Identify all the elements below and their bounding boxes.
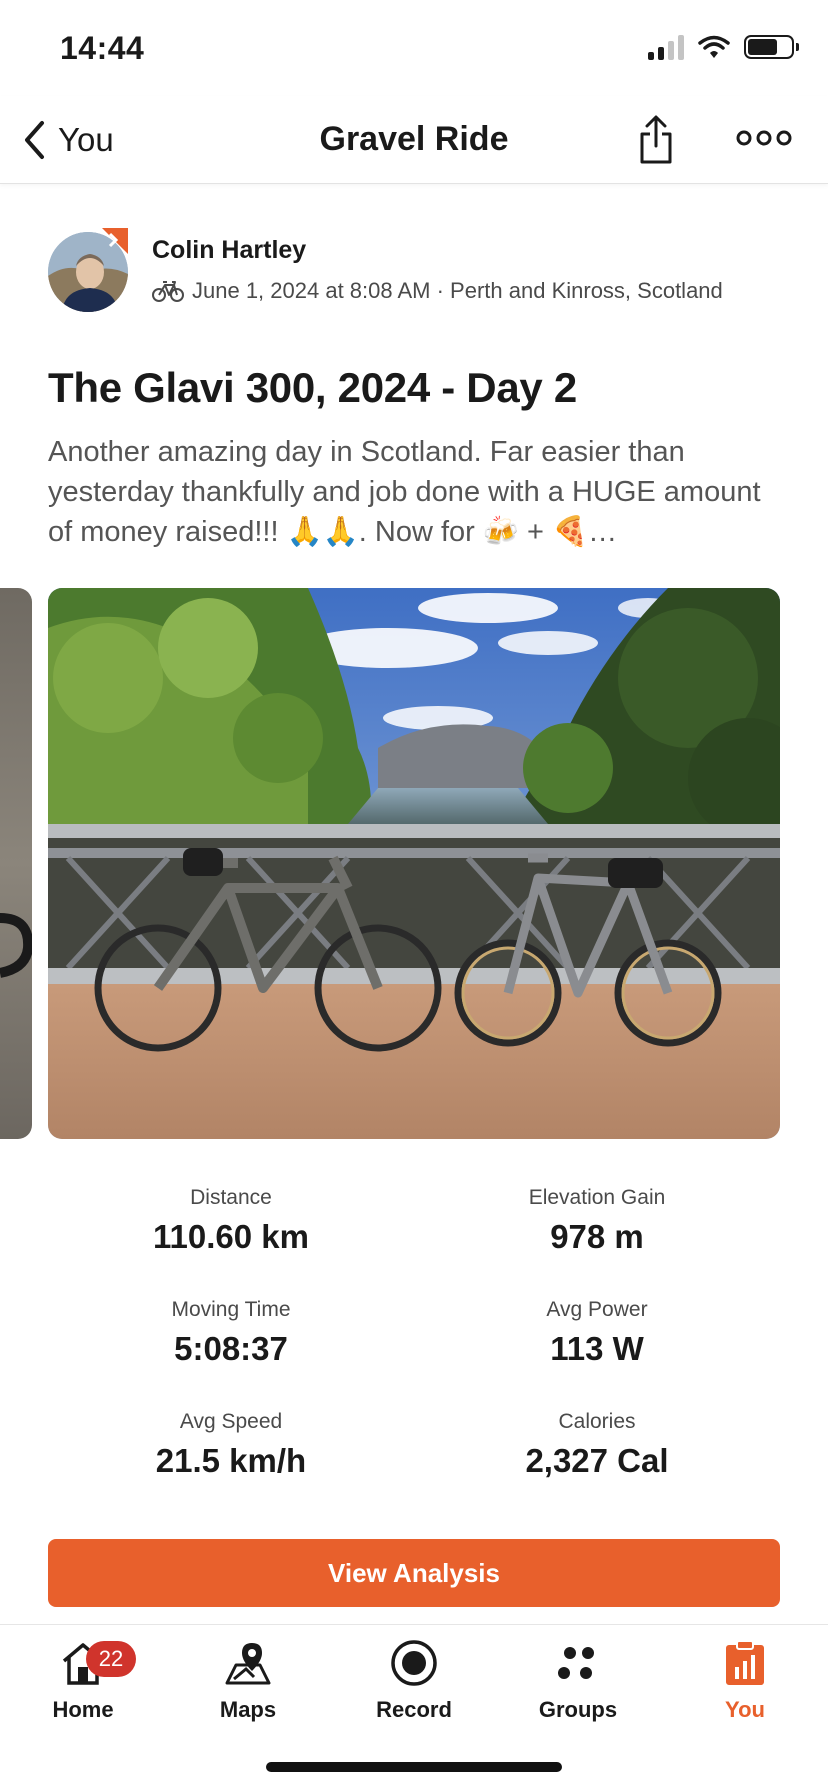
stat-value: 2,327 Cal xyxy=(525,1442,669,1479)
stat-value: 21.5 km/h xyxy=(155,1442,307,1479)
groups-icon xyxy=(558,1647,594,1679)
wifi-icon xyxy=(698,35,730,58)
status-time: 14:44 xyxy=(60,30,145,66)
tab-label: Groups xyxy=(538,1697,618,1722)
activity-date-location: June 1, 2024 at 8:08 AM · Perth and Kinr… xyxy=(192,278,723,303)
tab-home[interactable]: 22 Home xyxy=(18,1635,148,1735)
more-button[interactable] xyxy=(736,126,792,150)
page-title: Gravel Ride xyxy=(319,120,509,158)
tab-label: Home xyxy=(52,1697,114,1722)
activity-title: The Glavi 300, 2024 - Day 2 xyxy=(48,364,577,411)
tab-you[interactable]: You xyxy=(680,1635,810,1735)
activity-description: Another amazing day in Scotland. Far eas… xyxy=(48,436,761,548)
stat-value: 110.60 km xyxy=(153,1218,309,1255)
stat-moving-time: Moving Time 5:08:37 xyxy=(48,1298,414,1368)
stat-elevation-gain: Elevation Gain 978 m xyxy=(414,1186,780,1256)
home-indicator xyxy=(266,1762,562,1772)
stat-label: Distance xyxy=(190,1186,272,1209)
status-bar: 14:44 xyxy=(0,0,828,96)
stat-avg-power: Avg Power 113 W xyxy=(414,1298,780,1368)
stat-value: 113 W xyxy=(550,1330,644,1367)
stat-avg-speed: Avg Speed 21.5 km/h xyxy=(48,1410,414,1480)
activity-meta: June 1, 2024 at 8:08 AM · Perth and Kinr… xyxy=(152,278,723,304)
tab-label: Record xyxy=(376,1697,452,1722)
stat-calories: Calories 2,327 Cal xyxy=(414,1410,780,1480)
bike-icon xyxy=(152,281,184,302)
stat-value: 978 m xyxy=(550,1218,644,1255)
share-button[interactable] xyxy=(636,114,676,166)
stat-value: 5:08:37 xyxy=(174,1330,288,1367)
you-icon xyxy=(726,1640,764,1685)
activity-photo[interactable] xyxy=(48,588,780,1139)
status-icons xyxy=(648,34,799,60)
tab-label: Maps xyxy=(219,1697,277,1722)
tab-groups[interactable]: Groups xyxy=(513,1635,643,1735)
tab-record[interactable]: Record xyxy=(349,1635,479,1735)
tab-label: You xyxy=(725,1697,765,1722)
maps-icon xyxy=(225,1643,271,1685)
tab-maps[interactable]: Maps xyxy=(183,1635,313,1735)
stat-distance: Distance 110.60 km xyxy=(48,1186,414,1256)
share-icon xyxy=(640,115,672,164)
previous-photo[interactable] xyxy=(0,588,32,1139)
stat-label: Calories xyxy=(558,1410,636,1433)
battery-icon xyxy=(744,35,799,59)
stat-label: Avg Power xyxy=(546,1298,648,1321)
nav-header: You Gravel Ride xyxy=(0,96,828,184)
notification-badge: 22 xyxy=(86,1641,136,1677)
more-icon xyxy=(736,130,792,146)
stat-label: Avg Speed xyxy=(179,1410,283,1433)
view-analysis-button[interactable]: View Analysis xyxy=(48,1539,780,1607)
stat-label: Elevation Gain xyxy=(528,1186,666,1209)
record-icon xyxy=(391,1640,437,1686)
stat-label: Moving Time xyxy=(171,1298,291,1321)
author-name[interactable]: Colin Hartley xyxy=(152,236,306,265)
subscriber-badge-icon xyxy=(102,228,128,254)
signal-icon xyxy=(648,34,684,60)
